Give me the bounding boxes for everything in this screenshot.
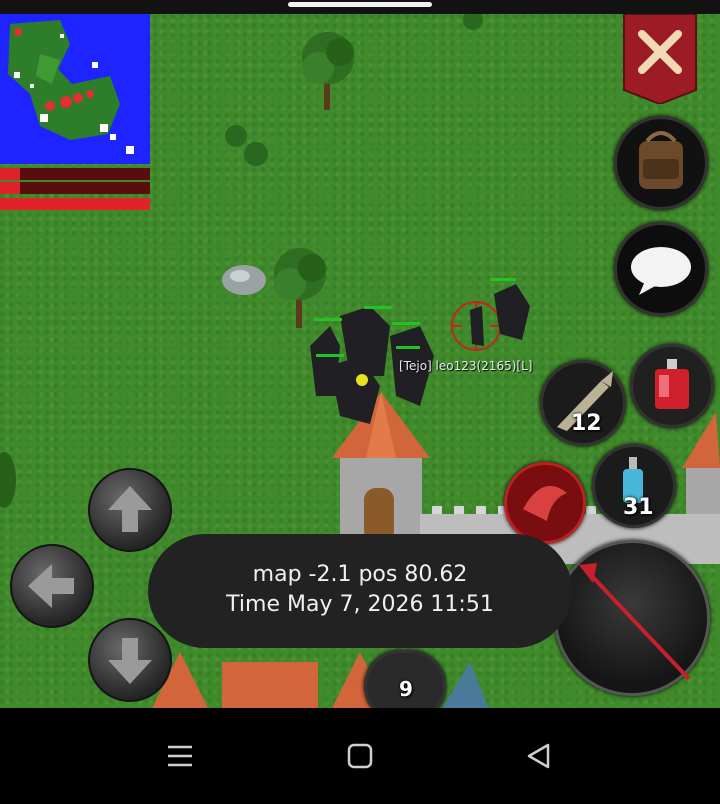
- rock: [222, 265, 266, 295]
- arrow-down-icon: [108, 638, 152, 684]
- bush: [225, 125, 268, 166]
- tree: [302, 32, 354, 110]
- potion-count: 31: [623, 495, 654, 520]
- move-left-button[interactable]: [10, 544, 94, 628]
- skill-button[interactable]: [504, 462, 586, 544]
- stamina-bar: [0, 198, 150, 210]
- arrow-up-icon: [108, 486, 152, 532]
- status-bar: [0, 0, 720, 14]
- fish-count: 12: [571, 411, 602, 436]
- guild-banner-icon[interactable]: [622, 14, 698, 104]
- toast-map-position: map -2.1 pos 80.62: [252, 562, 468, 587]
- fish-slot[interactable]: 12: [540, 360, 626, 446]
- weapon-staff-icon: [579, 563, 691, 681]
- target-player[interactable]: [450, 276, 534, 356]
- health-potion-icon: [655, 359, 689, 409]
- mana-bar: [0, 182, 150, 194]
- player-name-label: [Tejo] leo123(2165)[L]: [399, 359, 533, 373]
- backpack-icon: [639, 131, 683, 189]
- minimap[interactable]: [0, 14, 150, 164]
- skill-icon: [523, 485, 567, 521]
- attack-button[interactable]: [554, 540, 710, 696]
- info-toast: map -2.1 pos 80.62 Time May 7, 2026 11:5…: [148, 534, 572, 648]
- bush: [463, 14, 483, 30]
- arrow-left-icon: [28, 564, 74, 608]
- bush: [0, 452, 16, 508]
- home-icon[interactable]: [346, 742, 374, 770]
- health-potion-slot[interactable]: [630, 344, 714, 428]
- mana-potion-slot[interactable]: 31: [592, 444, 676, 528]
- status-bars: [0, 166, 150, 210]
- back-icon[interactable]: [524, 742, 552, 770]
- toast-time: Time May 7, 2026 11:51: [226, 592, 494, 617]
- health-bar: [0, 168, 150, 180]
- hotbar-slot[interactable]: 9: [364, 650, 446, 708]
- menu-icon[interactable]: [166, 742, 194, 770]
- chat-bubble-icon: [631, 247, 691, 295]
- chat-button[interactable]: [614, 222, 708, 316]
- backpack-button[interactable]: [614, 116, 708, 210]
- gesture-pill[interactable]: [288, 2, 432, 7]
- navigation-bar: [0, 708, 720, 804]
- slot-count: 9: [399, 677, 413, 701]
- move-up-button[interactable]: [88, 468, 172, 552]
- move-down-button[interactable]: [88, 618, 172, 702]
